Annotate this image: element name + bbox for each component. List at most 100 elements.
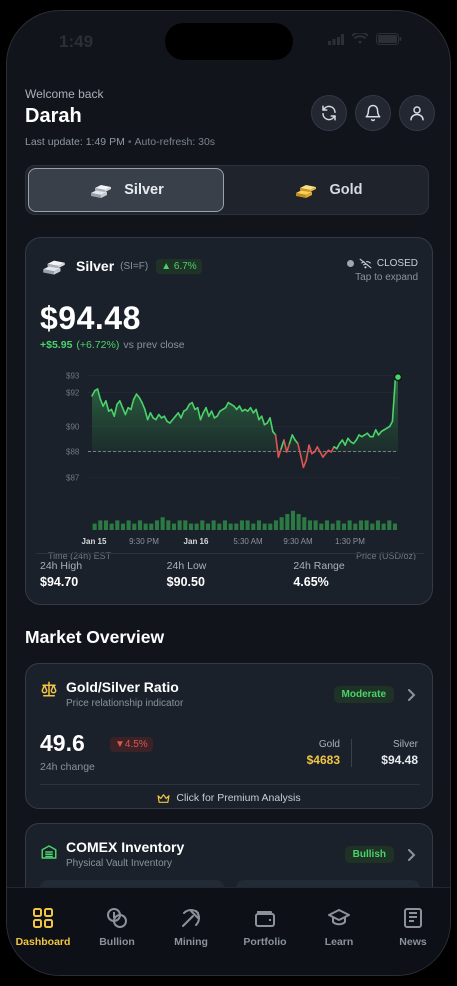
volume-bar bbox=[98, 520, 103, 530]
ratio-status-badge: Moderate bbox=[333, 686, 394, 703]
silver-label: Silver bbox=[392, 739, 418, 750]
volume-bar bbox=[126, 520, 131, 530]
ratio-value: 49.6 bbox=[40, 730, 85, 756]
stat-24h-range: 24h Range 4.65% bbox=[293, 560, 420, 589]
comex-title: COMEX Inventory bbox=[66, 839, 185, 855]
user-icon bbox=[410, 106, 424, 121]
wifi-off-icon bbox=[359, 258, 372, 269]
volume-bar bbox=[358, 520, 363, 530]
volume-bar bbox=[154, 520, 159, 530]
stat-label: 24h High bbox=[40, 560, 83, 572]
x-tick-label: 1:30 PM bbox=[335, 537, 365, 546]
volume-bar bbox=[92, 523, 97, 530]
status-dot bbox=[346, 260, 354, 267]
newspaper-icon bbox=[404, 908, 422, 928]
silver-mini-price: Silver $94.48 bbox=[381, 739, 418, 767]
ticker-symbol: (SI=F) bbox=[120, 260, 149, 272]
gold-tab[interactable]: Gold bbox=[230, 168, 426, 212]
notifications-button[interactable] bbox=[355, 95, 391, 131]
volume-bar bbox=[336, 520, 341, 530]
tab-dashboard[interactable]: Dashboard bbox=[9, 906, 77, 948]
volume-bar bbox=[234, 523, 239, 530]
market-overview-title: Market Overview bbox=[25, 627, 165, 647]
wifi-icon bbox=[352, 33, 368, 44]
volume-bar bbox=[137, 520, 142, 530]
coins-icon bbox=[107, 908, 127, 928]
stat-24h-high: 24h High $94.70 bbox=[40, 560, 167, 589]
volume-bar bbox=[324, 520, 329, 530]
stat-label: 24h Low bbox=[166, 560, 207, 572]
volume-bar bbox=[200, 520, 205, 530]
volume-bar bbox=[194, 523, 199, 530]
profile-button[interactable] bbox=[399, 95, 435, 131]
price-card-header: Silver (SI=F) ▲ 6.7% bbox=[40, 256, 202, 276]
volume-bar bbox=[132, 523, 137, 530]
refresh-icon bbox=[322, 105, 336, 121]
stats-divider bbox=[36, 553, 424, 554]
premium-analysis-link[interactable]: Click for Premium Analysis bbox=[26, 792, 432, 804]
bell-icon bbox=[365, 104, 381, 122]
volume-bar bbox=[392, 523, 397, 530]
tab-label: Dashboard bbox=[15, 936, 71, 948]
volume-bar bbox=[307, 520, 312, 530]
volume-bar bbox=[290, 510, 295, 530]
tab-bullion[interactable]: Bullion bbox=[83, 906, 151, 948]
volume-bar bbox=[268, 523, 273, 530]
tab-label: Portfolio bbox=[243, 936, 287, 948]
y-tick-label: $90 bbox=[66, 422, 80, 431]
ratio-subtitle: Price relationship indicator bbox=[66, 698, 184, 709]
separator-dot: • bbox=[127, 136, 132, 148]
ratio-title: Gold/Silver Ratio bbox=[66, 679, 179, 695]
tab-label: Mining bbox=[174, 936, 208, 948]
tab-portfolio[interactable]: Portfolio bbox=[231, 906, 299, 948]
volume-bar bbox=[279, 517, 284, 530]
y-tick-label: $92 bbox=[66, 388, 80, 397]
x-tick-label: 9:30 AM bbox=[283, 537, 313, 546]
x-tick-label: Jan 16 bbox=[184, 537, 209, 546]
stat-value: $94.70 bbox=[40, 575, 79, 589]
tab-mining[interactable]: Mining bbox=[157, 906, 225, 948]
ratio-card-divider bbox=[40, 784, 420, 785]
pickaxe-icon bbox=[182, 909, 200, 927]
last-price-point bbox=[393, 372, 403, 382]
x-tick-label: 5:30 AM bbox=[233, 537, 263, 546]
comex-status-badge: Bullish bbox=[344, 846, 394, 863]
volume-bar bbox=[387, 520, 392, 530]
volume-bar bbox=[188, 523, 193, 530]
current-price: $94.48 bbox=[40, 300, 141, 336]
volume-bar bbox=[313, 520, 318, 530]
x-tick-label: 9:30 PM bbox=[129, 537, 159, 546]
volume-bar bbox=[228, 523, 233, 530]
price-area bbox=[92, 377, 398, 468]
change-reference: vs prev close bbox=[123, 339, 185, 351]
y-tick-label: $88 bbox=[66, 447, 80, 456]
warehouse-icon bbox=[41, 845, 57, 859]
price-chart[interactable]: $93 $92 $90 $88 $87 Jan 15 9:30 PM Jan 16 5:30 A… bbox=[26, 360, 434, 560]
volume-bar bbox=[341, 523, 346, 530]
silver-tab[interactable]: Silver bbox=[28, 168, 224, 212]
price-stats: 24h High $94.70 24h Low $90.50 24h Range… bbox=[40, 560, 420, 589]
volume-bar bbox=[273, 520, 278, 530]
tab-news[interactable]: News bbox=[379, 906, 447, 948]
closed-indicator: CLOSED bbox=[346, 258, 418, 269]
premium-text: Click for Premium Analysis bbox=[176, 792, 301, 804]
metal-name: Silver bbox=[76, 258, 115, 274]
x-tick-label: Jan 15 bbox=[82, 537, 107, 546]
status-icons bbox=[328, 33, 402, 45]
metal-toggle: Silver Gold bbox=[25, 165, 429, 215]
volume-bar bbox=[251, 523, 256, 530]
gold-silver-ratio-card[interactable]: Gold/Silver Ratio Price relationship ind… bbox=[25, 663, 433, 809]
volume-bar bbox=[120, 523, 125, 530]
ratio-change-badge: ▼4.5% bbox=[110, 737, 153, 752]
refresh-button[interactable] bbox=[311, 95, 347, 131]
battery-icon bbox=[376, 33, 402, 45]
silver-price-card[interactable]: Silver (SI=F) ▲ 6.7% CLOSED Tap to expan… bbox=[25, 237, 433, 605]
scale-icon bbox=[41, 681, 57, 697]
change-badge: ▲ 6.7% bbox=[156, 258, 202, 274]
gold-value: $4683 bbox=[306, 753, 340, 767]
volume-bar bbox=[381, 523, 386, 530]
tab-learn[interactable]: Learn bbox=[305, 906, 373, 948]
volume-bar bbox=[171, 523, 176, 530]
volume-bar bbox=[149, 523, 154, 530]
silver-value: $94.48 bbox=[381, 753, 418, 767]
